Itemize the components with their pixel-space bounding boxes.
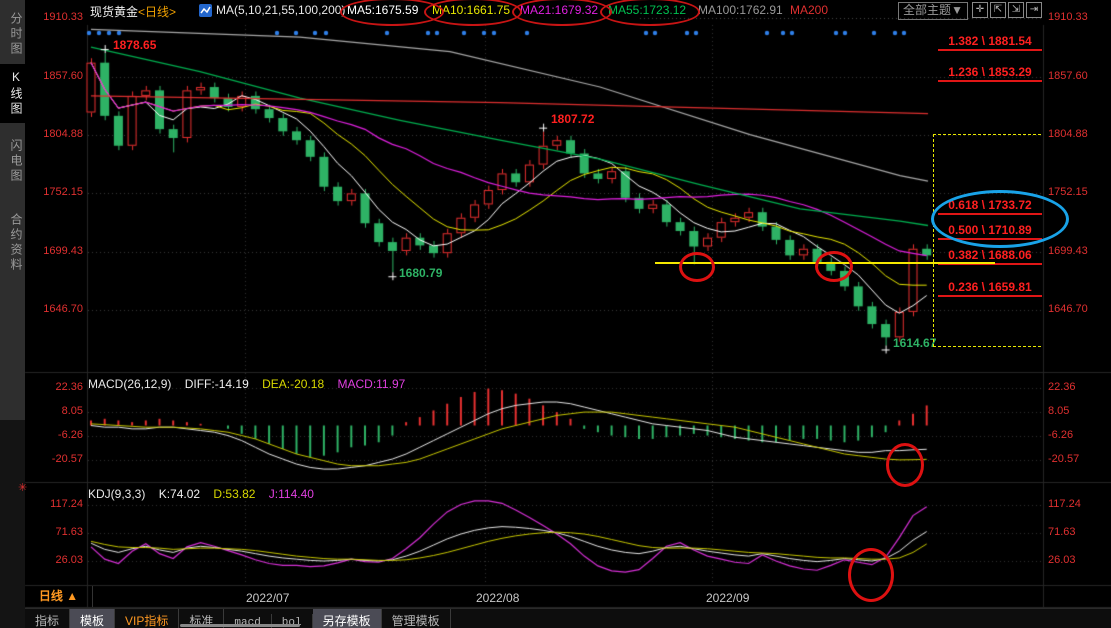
symbol-title: 现货黄金<日线> xyxy=(90,3,176,20)
y-axis-label: -6.26 xyxy=(27,429,83,441)
y-axis-label: 22.36 xyxy=(1048,381,1076,393)
macd-panel-header: MACD(26,12,9) DIFF:-14.19 DEA:-20.18 MAC… xyxy=(88,377,415,391)
chevron-down-icon: ▼ xyxy=(951,3,963,17)
y-axis-label: 8.05 xyxy=(27,405,83,417)
y-axis-label: 1857.60 xyxy=(27,70,83,82)
y-axis-label: 1804.88 xyxy=(1048,128,1088,140)
ma100-value: MA100:1762.91 xyxy=(698,3,783,17)
annotation-red-circle-2[interactable] xyxy=(815,251,853,282)
symbol-name: 现货黄金 xyxy=(90,5,138,19)
indicator-alert-icon[interactable]: ✳ xyxy=(18,481,27,494)
y-axis-label: -20.57 xyxy=(1048,453,1079,465)
x-axis-label-aug: 2022/08 xyxy=(476,591,519,605)
y-axis-label: 1804.88 xyxy=(27,128,83,140)
step-forward-icon-button[interactable]: ⇥ xyxy=(1026,2,1042,18)
y-axis-label: -20.57 xyxy=(27,453,83,465)
high-price-label-1878: 1878.65 xyxy=(113,38,156,52)
annotation-red-circle-1[interactable] xyxy=(679,252,715,282)
fib-level-1382[interactable]: 1.382 \ 1881.54 xyxy=(938,34,1042,51)
x-axis-label-jul: 2022/07 xyxy=(246,591,289,605)
kdj-title: KDJ(9,3,3) xyxy=(88,487,145,501)
theme-dropdown-button[interactable]: 全部主题▼ xyxy=(898,2,968,20)
y-axis-label: 1910.33 xyxy=(27,11,83,23)
y-axis-label: 71.63 xyxy=(27,526,83,538)
fit-y-axis-icon-button[interactable]: ⇱ xyxy=(990,2,1006,18)
tab-indicators[interactable]: 指标 xyxy=(25,609,70,628)
triangle-up-icon: ▲ xyxy=(66,589,78,603)
y-axis-label: 1699.43 xyxy=(27,245,83,257)
kdj-panel-header: KDJ(9,3,3) K:74.02 D:53.82 J:114.40 xyxy=(88,487,324,501)
annotation-blue-ellipse[interactable] xyxy=(931,190,1069,248)
ma-group-label: MA(5,10,21,55,100,200) xyxy=(216,3,345,17)
y-axis-label: 117.24 xyxy=(27,498,83,510)
horizontal-scrollbar-thumb[interactable] xyxy=(180,624,300,627)
macd-title: MACD(26,12,9) xyxy=(88,377,171,391)
y-axis-label: 26.03 xyxy=(1048,554,1076,566)
annotation-red-circle-macd[interactable] xyxy=(886,443,924,487)
pan-crosshair-icon-button[interactable]: ✛ xyxy=(972,2,988,18)
y-axis-label: 1646.70 xyxy=(1048,303,1088,315)
period-selector-button[interactable]: 日线 ▲ xyxy=(25,586,93,607)
theme-dropdown-label: 全部主题 xyxy=(903,3,951,17)
sidebar-item-contract-info[interactable]: 合约资料 xyxy=(0,207,25,279)
period-label: <日线> xyxy=(138,5,176,19)
y-axis-label: 1699.43 xyxy=(1048,245,1088,257)
ma200-value: MA200 xyxy=(790,3,828,17)
macd-macd-value: MACD:11.97 xyxy=(337,377,405,391)
y-axis-label: 1752.15 xyxy=(1048,186,1088,198)
kdj-k-value: K:74.02 xyxy=(159,487,200,501)
y-axis-label: 1752.15 xyxy=(27,186,83,198)
macd-diff-value: DIFF:-14.19 xyxy=(185,377,249,391)
macd-dea-value: DEA:-20.18 xyxy=(262,377,324,391)
y-axis-label: -6.26 xyxy=(1048,429,1073,441)
y-axis-label: 1857.60 xyxy=(1048,70,1088,82)
kdj-j-value: J:114.40 xyxy=(269,487,314,501)
y-axis-label: 26.03 xyxy=(27,554,83,566)
period-selector-label: 日线 xyxy=(39,589,63,603)
fib-level-1236[interactable]: 1.236 \ 1853.29 xyxy=(938,65,1042,82)
low-price-label-1614: 1614.67 xyxy=(893,336,936,350)
y-axis-label: 117.24 xyxy=(1048,498,1081,510)
tab-manage-templates[interactable]: 管理模板 xyxy=(382,609,451,628)
tab-save-template[interactable]: 另存模板 xyxy=(313,609,382,628)
fit-x-axis-icon-button[interactable]: ⇲ xyxy=(1008,2,1024,18)
x-axis-label-sep: 2022/09 xyxy=(706,591,749,605)
y-axis-label: 71.63 xyxy=(1048,526,1076,538)
kline-chart-icon xyxy=(199,4,212,17)
sidebar-item-kline-chart[interactable]: K线图 xyxy=(0,64,25,123)
trading-app-window: 分时图 K线图 闪电图 合约资料 现货黄金<日线> MA(5,10,21,55,… xyxy=(0,0,1111,628)
left-sidebar-bottom xyxy=(0,420,25,628)
y-axis-label: 22.36 xyxy=(27,381,83,393)
high-price-label-1807: 1807.72 xyxy=(551,112,594,126)
sidebar-item-lightning-chart[interactable]: 闪电图 xyxy=(0,133,25,190)
sidebar-item-time-chart[interactable]: 分时图 xyxy=(0,6,25,63)
y-axis-label: 1910.33 xyxy=(1048,11,1088,23)
tab-vip-indicators[interactable]: VIP指标 xyxy=(115,609,179,628)
y-axis-label: 1646.70 xyxy=(27,303,83,315)
y-axis-label: 8.05 xyxy=(1048,405,1069,417)
low-price-label-1680: 1680.79 xyxy=(399,266,442,280)
kdj-d-value: D:53.82 xyxy=(213,487,255,501)
tab-templates[interactable]: 模板 xyxy=(70,609,115,628)
annotation-red-circle-kdj[interactable] xyxy=(848,548,894,602)
